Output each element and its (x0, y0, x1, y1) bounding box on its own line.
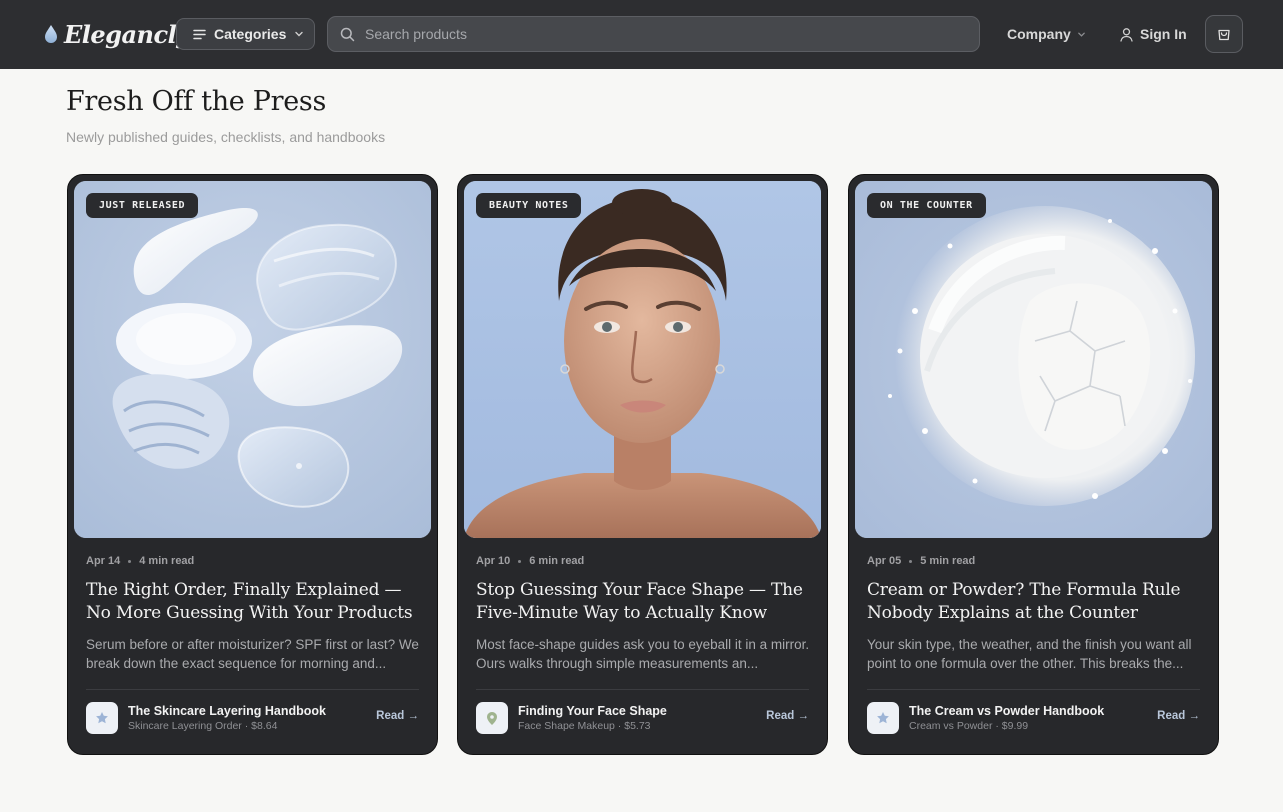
product-name: The Skincare Layering Handbook (128, 704, 326, 718)
read-link[interactable]: Read → (766, 710, 809, 722)
cart-button[interactable] (1205, 15, 1243, 53)
article-meta: Apr 05 5 min read (867, 555, 975, 567)
article-description: Most face-shape guides ask you to eyebal… (476, 637, 810, 671)
top-navigation-bar: Elegancly Categories Company Sign In (0, 0, 1283, 69)
search-bar[interactable] (327, 16, 980, 52)
product-name: Finding Your Face Shape (518, 704, 667, 718)
chevron-down-icon (1077, 32, 1085, 37)
article-card[interactable]: BEAUTY NOTES Apr 10 6 min read Stop Gues… (457, 174, 828, 755)
divider (86, 689, 419, 690)
article-date: Apr 10 (476, 555, 511, 567)
card-badge: ON THE COUNTER (867, 193, 986, 218)
section-subtitle: Newly published guides, checklists, and … (66, 129, 386, 145)
chevron-down-icon (295, 31, 304, 37)
article-card[interactable]: ON THE COUNTER Apr 05 5 min read Cream o… (848, 174, 1219, 755)
article-title[interactable]: Cream or Powder? The Formula Rule Nobody… (867, 579, 1207, 625)
article-title[interactable]: The Right Order, Finally Explained — No … (86, 579, 426, 625)
powder-illustration (855, 181, 1212, 538)
read-time: 6 min read (529, 555, 585, 567)
sign-in-link[interactable]: Sign In (1119, 24, 1187, 44)
product-name: The Cream vs Powder Handbook (909, 704, 1105, 718)
read-time: 5 min read (920, 555, 976, 567)
product-subtitle: Skincare Layering Order · $8.64 (128, 720, 278, 732)
search-icon (340, 27, 355, 41)
article-date: Apr 14 (86, 555, 121, 567)
search-input[interactable] (365, 26, 965, 42)
read-link[interactable]: Read → (1157, 710, 1200, 722)
categories-button[interactable]: Categories (176, 18, 315, 50)
brand-name: Elegancly (64, 19, 190, 49)
card-badge: BEAUTY NOTES (476, 193, 582, 218)
droplet-icon (45, 25, 57, 43)
brand-logo[interactable]: Elegancly (44, 18, 190, 50)
divider (867, 689, 1200, 690)
product-thumbnail (867, 702, 899, 734)
article-description: Your skin type, the weather, and the fin… (867, 637, 1192, 671)
article-title[interactable]: Stop Guessing Your Face Shape — The Five… (476, 579, 816, 625)
sign-in-label: Sign In (1140, 26, 1187, 42)
user-icon (1120, 27, 1133, 42)
shopping-bag-icon (1218, 29, 1230, 41)
separator-dot (518, 559, 522, 563)
product-thumbnail (476, 702, 508, 734)
section-title: Fresh Off the Press (66, 86, 327, 117)
product-subtitle: Face Shape Makeup · $5.73 (518, 720, 651, 732)
read-time: 4 min read (139, 555, 195, 567)
company-menu[interactable]: Company (1007, 24, 1086, 44)
skincare-swatches-image: JUST RELEASED (74, 181, 431, 538)
product-thumbnail (86, 702, 118, 734)
article-meta: Apr 14 4 min read (86, 555, 194, 567)
separator-dot (909, 559, 913, 563)
company-label: Company (1007, 26, 1071, 42)
article-description: Serum before or after moisturizer? SPF f… (86, 637, 419, 671)
article-date: Apr 05 (867, 555, 902, 567)
skincare-swatches-illustration (74, 181, 431, 538)
powder-image: ON THE COUNTER (855, 181, 1212, 538)
menu-icon (193, 29, 206, 39)
categories-label: Categories (214, 26, 287, 42)
read-link[interactable]: Read → (376, 710, 419, 722)
portrait-image: BEAUTY NOTES (464, 181, 821, 538)
separator-dot (128, 559, 132, 563)
card-badge: JUST RELEASED (86, 193, 199, 218)
star-icon (877, 712, 889, 724)
star-icon (96, 712, 108, 724)
divider (476, 689, 809, 690)
article-card[interactable]: JUST RELEASED Apr 14 4 min read The Righ… (67, 174, 438, 755)
product-subtitle: Cream vs Powder · $9.99 (909, 720, 1029, 732)
map-pin-icon (487, 711, 497, 725)
portrait-illustration (464, 181, 821, 538)
article-meta: Apr 10 6 min read (476, 555, 584, 567)
